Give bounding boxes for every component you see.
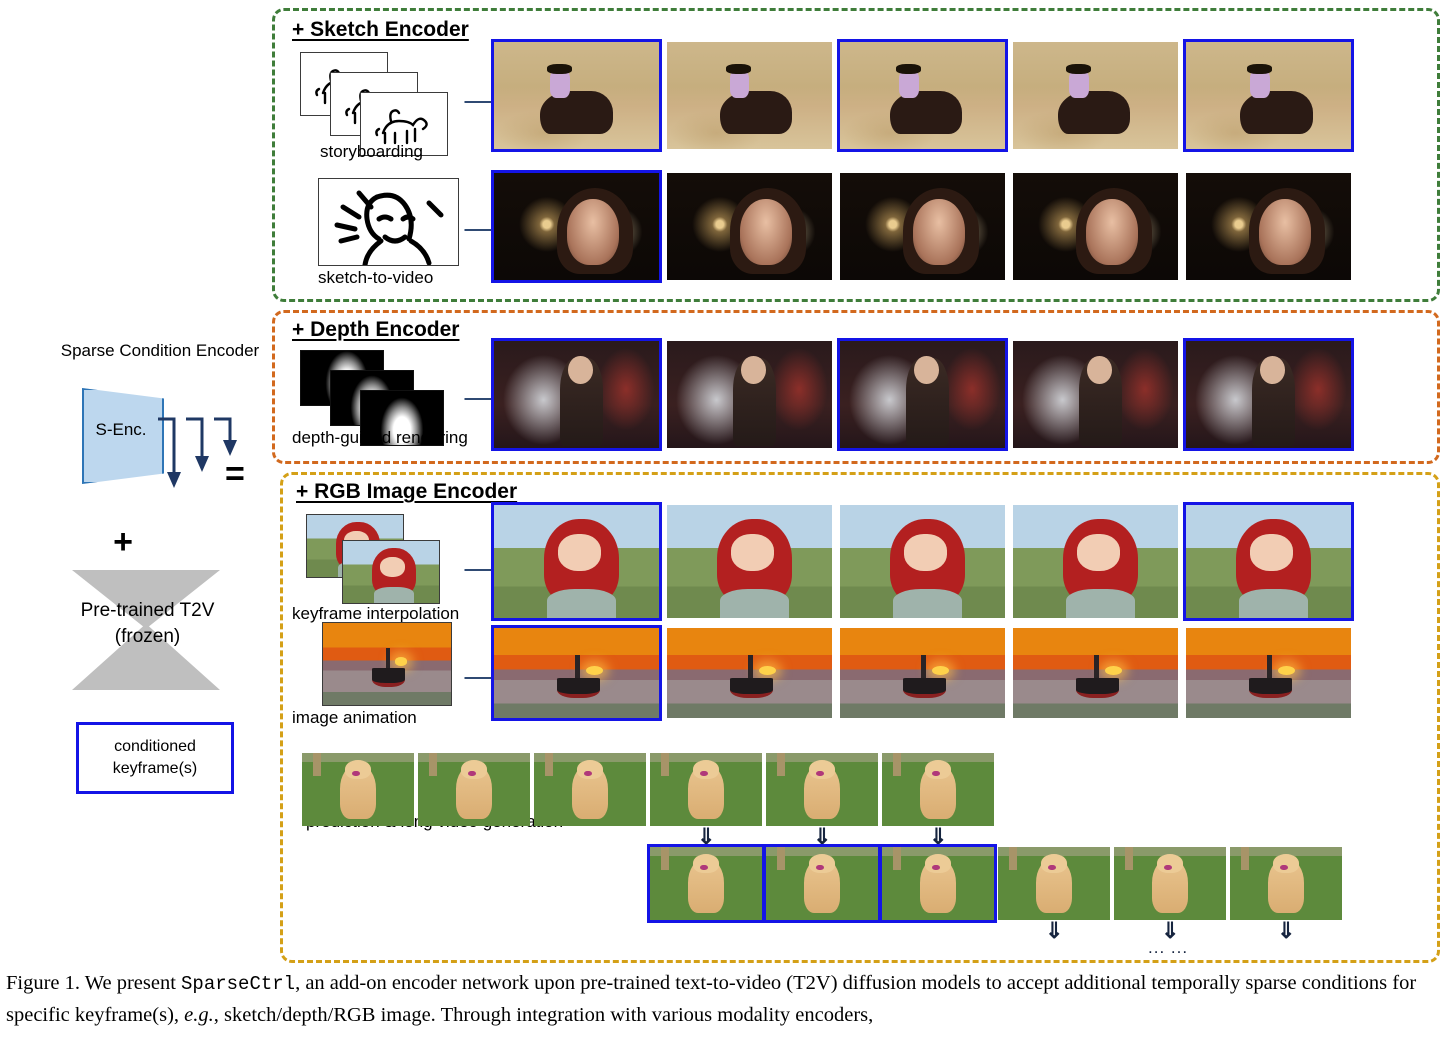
caption-eg: e.g.	[184, 1004, 214, 1026]
frame-fireworks-1	[491, 170, 662, 283]
row-label-keyframe-interpolation: keyframe interpolation	[292, 604, 460, 623]
frame-boat-3	[840, 628, 1005, 718]
caption-part3: , sketch/depth/RGB image. Through integr…	[213, 1004, 874, 1026]
frame-horse-1	[491, 39, 662, 152]
frame-dog-top-2	[418, 753, 530, 826]
row-label-image-animation: image animation	[292, 708, 417, 727]
frame-dog-bottom-3	[879, 844, 997, 923]
row-label-storyboarding: storyboarding	[320, 142, 424, 161]
frame-dog-bottom-4	[998, 847, 1110, 920]
frame-dog-top-3	[534, 753, 646, 826]
frame-fireworks-5	[1186, 173, 1351, 280]
frame-dog-top-5	[766, 753, 878, 826]
frame-depth-5	[1183, 338, 1354, 451]
frame-anime-2	[667, 505, 832, 618]
frame-horse-3	[837, 39, 1008, 152]
frame-boat-5	[1186, 628, 1351, 718]
frame-horse-5	[1183, 39, 1354, 152]
down-arrow-icon: ⇓	[697, 824, 716, 849]
frame-dog-bottom-6	[1230, 847, 1342, 920]
equals-symbol: =	[225, 455, 245, 493]
section-title-rgb: + RGB Image Encoder	[296, 480, 518, 503]
face-sketch-icon	[334, 190, 444, 265]
frame-dog-bottom-2	[763, 844, 881, 923]
section-title-sketch: + Sketch Encoder	[292, 18, 469, 41]
frame-boat-2	[667, 628, 832, 718]
rgb-thumbnail-2	[342, 540, 440, 604]
conditioned-keyframe-legend-label: conditioned keyframe(s)	[112, 738, 198, 777]
frame-depth-2	[667, 341, 832, 448]
frame-dog-top-6	[882, 753, 994, 826]
frame-anime-4	[1013, 505, 1178, 618]
frame-anime-1	[491, 502, 662, 621]
frame-horse-2	[667, 42, 832, 149]
caption-model-name: SparseCtrl	[181, 973, 296, 995]
frame-dog-bottom-5	[1114, 847, 1226, 920]
section-title-depth: + Depth Encoder	[292, 318, 460, 341]
boat-thumbnail	[322, 622, 452, 706]
down-arrow-icon: ⇓	[813, 824, 832, 849]
frame-depth-3	[837, 338, 1008, 451]
row-label-depth-guided-rendering: depth-guided rendering	[292, 428, 468, 447]
t2v-backbone-label: Pre-trained T2V (frozen)	[80, 600, 215, 647]
frame-fireworks-4	[1013, 173, 1178, 280]
frame-anime-3	[840, 505, 1005, 618]
frame-anime-5	[1183, 502, 1354, 621]
figure-caption: Figure 1. We present SparseCtrl, an add-…	[6, 968, 1442, 1031]
face-sketch-thumbnail	[318, 178, 459, 266]
frame-fireworks-3	[840, 173, 1005, 280]
frame-boat-4	[1013, 628, 1178, 718]
frame-boat-1	[491, 625, 662, 721]
figure-root: Sparse Condition Encoder S-Enc. + Pre-tr…	[0, 0, 1448, 1045]
caption-prefix: Figure 1. We present	[6, 972, 182, 994]
down-arrow-icon: ⇓	[1045, 918, 1064, 943]
frame-dog-bottom-1	[647, 844, 765, 923]
sparse-condition-encoder-diagram: Sparse Condition Encoder S-Enc. + Pre-tr…	[60, 330, 275, 890]
frame-dog-top-4	[650, 753, 762, 826]
frame-depth-4	[1013, 341, 1178, 448]
s-encoder-label: S-Enc.	[95, 420, 147, 439]
row-label-sketch-to-video: sketch-to-video	[318, 268, 434, 287]
frame-fireworks-2	[667, 173, 832, 280]
conditioned-keyframe-legend: conditioned keyframe(s)	[76, 722, 234, 794]
plus-symbol: +	[113, 523, 133, 561]
frame-dog-top-1	[302, 753, 414, 826]
encoder-title: Sparse Condition Encoder	[60, 341, 260, 360]
down-arrow-icon: ⇓	[1277, 918, 1296, 943]
long-video-ellipsis: ... ...	[1148, 938, 1189, 957]
down-arrow-icon: ⇓	[929, 824, 948, 849]
frame-horse-4	[1013, 42, 1178, 149]
frame-depth-1	[491, 338, 662, 451]
